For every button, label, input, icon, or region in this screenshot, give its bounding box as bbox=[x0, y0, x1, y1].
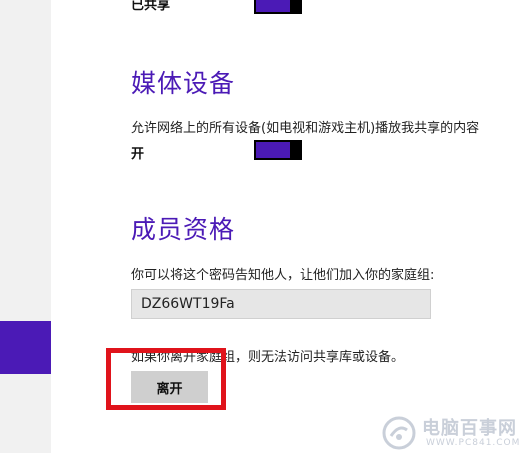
leave-note: 如果你离开家庭组，则无法访问共享库或设备。 bbox=[131, 350, 405, 365]
toggle-fill bbox=[256, 0, 290, 12]
watermark-logo-icon bbox=[382, 416, 416, 450]
toggle-thumb bbox=[290, 0, 300, 14]
sharing-status-label: 已共享 bbox=[131, 0, 171, 13]
leave-button[interactable]: 离开 bbox=[131, 371, 208, 403]
watermark-text: 电脑百事网 bbox=[422, 418, 517, 439]
media-toggle-label: 开 bbox=[131, 147, 145, 162]
sidebar-selected-item[interactable] bbox=[0, 321, 51, 374]
membership-description: 你可以将这个密码告知他人，让他们加入你的家庭组: bbox=[131, 268, 435, 283]
media-devices-heading: 媒体设备 bbox=[131, 69, 236, 98]
site-watermark: 电脑百事网 WWW.PC841.COM bbox=[382, 412, 532, 453]
media-devices-toggle[interactable] bbox=[254, 140, 302, 160]
sharing-toggle[interactable] bbox=[254, 0, 302, 14]
membership-heading: 成员资格 bbox=[131, 215, 236, 244]
media-devices-description: 允许网络上的所有设备(如电视和游戏主机)播放我共享的内容 bbox=[131, 121, 480, 136]
toggle-thumb bbox=[290, 140, 300, 160]
settings-sidebar bbox=[0, 0, 51, 453]
watermark-url: WWW.PC841.COM bbox=[426, 438, 521, 448]
toggle-fill bbox=[256, 142, 290, 158]
homegroup-password-field[interactable]: DZ66WT19Fa bbox=[131, 289, 431, 319]
